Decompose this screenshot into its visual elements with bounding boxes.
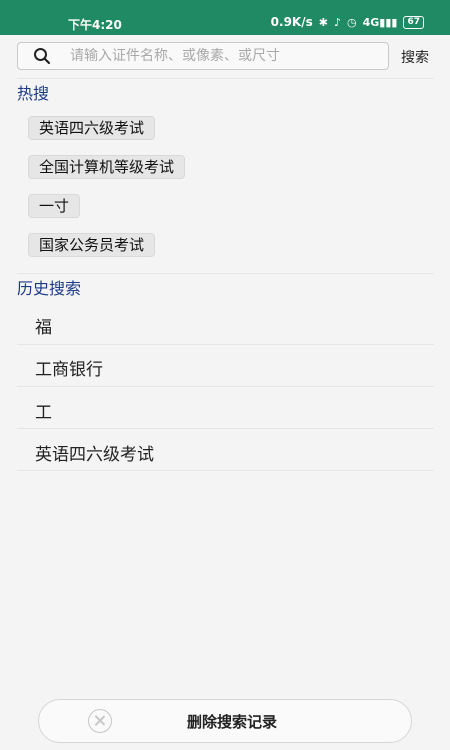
battery-icon: 67 — [403, 15, 424, 29]
mute-icon: ♪ — [333, 15, 341, 29]
signal-type: 4G — [362, 15, 380, 29]
search-icon — [34, 48, 51, 65]
divider — [17, 428, 434, 429]
delete-history-button[interactable]: 删除搜索记录 — [38, 699, 412, 743]
status-icons: 0.9K/s ✱ ♪ ◷ 4G▮▮▮ 67 — [271, 15, 424, 29]
signal-icon: 4G▮▮▮ — [362, 15, 398, 29]
history-item[interactable]: 福 — [35, 313, 52, 338]
hot-tag[interactable]: 全国计算机等级考试 — [28, 155, 186, 179]
hot-search-title: 热搜 — [17, 84, 50, 103]
network-speed: 0.9K/s — [270, 15, 313, 29]
hot-tag[interactable]: 国家公务员考试 — [28, 233, 156, 257]
divider — [17, 470, 434, 471]
status-time: 下午4:20 — [68, 18, 122, 32]
alarm-icon: ◷ — [347, 15, 357, 29]
history-title: 历史搜索 — [17, 279, 82, 298]
hot-tag[interactable]: 一寸 — [28, 194, 81, 218]
search-box[interactable] — [17, 42, 389, 70]
search-button[interactable]: 搜索 — [401, 47, 429, 67]
status-bar: 下午4:20 0.9K/s ✱ ♪ ◷ 4G▮▮▮ 67 — [0, 0, 450, 35]
hot-tag[interactable]: 英语四六级考试 — [28, 116, 156, 140]
divider — [17, 386, 434, 387]
bluetooth-icon: ✱ — [318, 15, 328, 29]
divider — [17, 344, 434, 345]
history-item[interactable]: 英语四六级考试 — [35, 440, 154, 465]
divider — [17, 78, 434, 79]
delete-history-label: 删除搜索记录 — [187, 713, 278, 731]
history-item[interactable]: 工 — [35, 398, 52, 423]
close-circle-icon — [88, 709, 112, 733]
history-item[interactable]: 工商银行 — [35, 355, 103, 380]
divider — [17, 273, 434, 274]
search-input[interactable] — [70, 43, 380, 69]
search-row: 搜索 — [0, 35, 450, 77]
